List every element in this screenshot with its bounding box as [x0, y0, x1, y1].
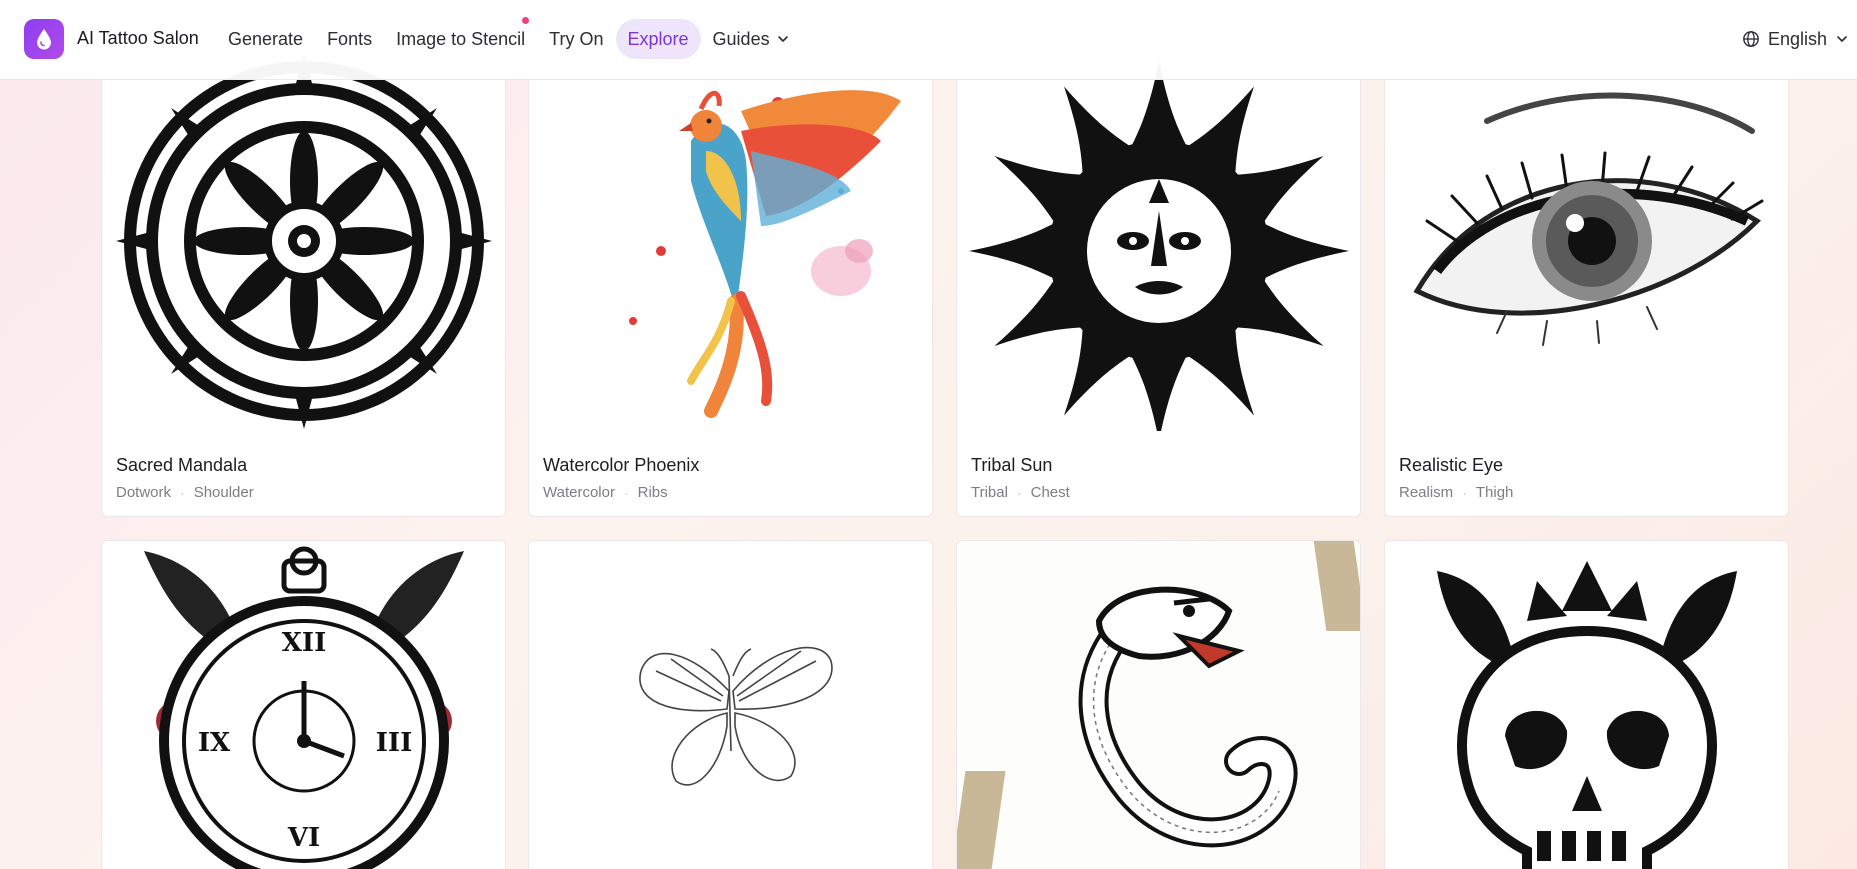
gallery-card-snake[interactable]	[956, 540, 1361, 869]
gallery-card-tribal-sun[interactable]: Tribal Sun Tribal · Chest	[956, 40, 1361, 517]
tag-separator: ·	[1016, 484, 1022, 501]
gallery-card-watercolor-phoenix[interactable]: Watercolor Phoenix Watercolor · Ribs	[528, 40, 933, 517]
chevron-down-icon	[1837, 36, 1847, 42]
nav-image-to-stencil[interactable]: Image to Stencil	[384, 17, 537, 59]
nav-image-to-stencil-label: Image to Stencil	[396, 29, 526, 49]
tattoo-image-eye	[1385, 41, 1788, 441]
svg-text:VI: VI	[286, 823, 319, 853]
tattoo-image-mandala	[102, 41, 505, 441]
tag-placement: Thigh	[1475, 484, 1514, 501]
card-tags: Dotwork · Shoulder	[116, 484, 254, 501]
card-title: Tribal Sun	[971, 455, 1053, 475]
tag-placement: Ribs	[637, 484, 668, 501]
tag-separator: ·	[623, 484, 629, 501]
tattoo-image-snake	[957, 541, 1360, 869]
svg-text:III: III	[375, 728, 412, 758]
gallery-card-butterfly[interactable]	[528, 540, 933, 869]
tag-separator: ·	[180, 484, 185, 501]
chevron-down-icon	[777, 36, 788, 42]
gallery-card-realistic-eye[interactable]: Realistic Eye Realism · Thigh	[1384, 40, 1789, 517]
tag-style: Realism	[1399, 484, 1454, 501]
svg-text:XII: XII	[281, 628, 326, 658]
nav-generate-label: Generate	[228, 29, 304, 49]
card-tags: Watercolor · Ribs	[543, 484, 668, 501]
tattoo-image-butterfly	[529, 541, 932, 869]
tag-placement: Chest	[1030, 484, 1070, 501]
nav-fonts-label: Fonts	[327, 29, 373, 49]
card-title: Realistic Eye	[1399, 455, 1504, 475]
main-nav: Generate Fonts Image to Stencil Try On E…	[216, 17, 802, 59]
nav-guides-label: Guides	[712, 29, 770, 49]
language-selector[interactable]: English	[1742, 19, 1849, 59]
gallery-card-sacred-mandala[interactable]: Sacred Mandala Dotwork · Shoulder	[101, 40, 506, 517]
tag-style: Tribal	[971, 484, 1008, 501]
brand-name[interactable]: AI Tattoo Salon	[77, 28, 199, 49]
new-indicator-dot	[522, 17, 530, 24]
nav-try-on[interactable]: Try On	[537, 19, 615, 59]
nav-explore[interactable]: Explore	[615, 19, 701, 59]
language-label: English	[1767, 28, 1827, 49]
nav-explore-label: Explore	[627, 29, 689, 49]
top-navigation-bar: AI Tattoo Salon Generate Fonts Image to …	[0, 0, 1857, 80]
tattoo-image-skull	[1385, 541, 1788, 869]
card-tags: Tribal · Chest	[971, 484, 1070, 501]
ink-drop-icon	[37, 29, 51, 50]
tag-placement: Shoulder	[193, 484, 254, 501]
globe-icon	[1743, 31, 1759, 47]
tattoo-image-clock: XII III IX VI	[102, 541, 505, 869]
tag-style: Watercolor	[543, 484, 615, 501]
nav-guides[interactable]: Guides	[701, 19, 802, 59]
card-title: Watercolor Phoenix	[543, 455, 700, 475]
nav-generate[interactable]: Generate	[216, 19, 315, 59]
card-title: Sacred Mandala	[116, 455, 248, 475]
tattoo-image-phoenix	[529, 41, 932, 441]
tattoo-image-sun	[957, 41, 1360, 441]
tag-separator: ·	[1462, 484, 1467, 501]
card-tags: Realism · Thigh	[1399, 484, 1513, 501]
nav-try-on-label: Try On	[549, 29, 604, 49]
tag-style: Dotwork	[116, 484, 172, 501]
gallery-card-pocket-watch[interactable]: XII III IX VI	[101, 540, 506, 869]
logo-button[interactable]	[24, 19, 64, 59]
svg-text:IX: IX	[197, 728, 230, 758]
gallery-card-skull[interactable]	[1384, 540, 1789, 869]
nav-fonts[interactable]: Fonts	[315, 19, 384, 59]
